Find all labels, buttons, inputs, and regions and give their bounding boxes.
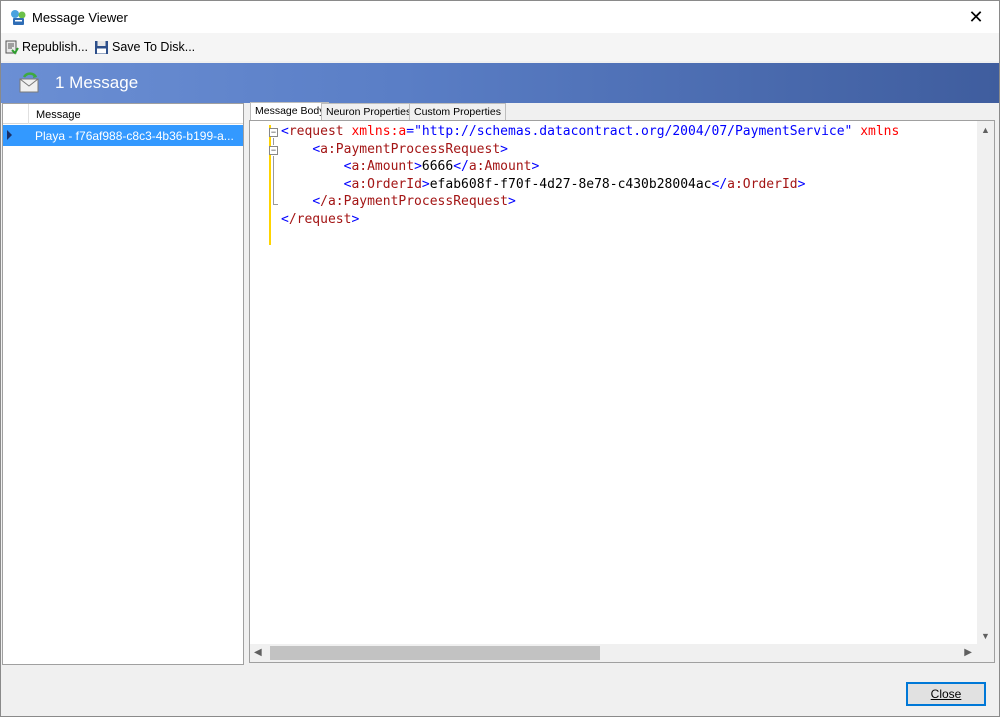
grid-header: Message [3,104,243,124]
vertical-scrollbar[interactable]: ▲ ▼ [977,121,994,645]
tab-message-body[interactable]: Message Body [250,102,330,120]
code-line: <request xmlns:a="http://schemas.datacon… [281,124,900,139]
toolbar: Republish... Save To Disk... [1,33,999,61]
code-line: </a:PaymentProcessRequest> [312,194,516,210]
code-line: <a:OrderId>efab608f-f70f-4d27-8e78-c430b… [343,176,806,192]
column-header-message[interactable]: Message [36,109,81,121]
message-body-editor[interactable]: − − <request xmlns:a="http://schemas.dat… [249,120,995,663]
tab-neuron-properties[interactable]: Neuron Properties [321,103,417,120]
window-title: Message Viewer [32,10,128,25]
close-icon: ✕ [968,6,984,27]
message-viewer-icon [11,10,26,25]
code-line: </request> [281,211,360,227]
window-close-button[interactable]: ✕ [953,1,999,33]
republish-button[interactable]: Republish... [4,38,88,56]
republish-icon [5,40,19,55]
horizontal-scroll-thumb[interactable] [270,646,600,660]
scroll-left-icon[interactable]: ◀ [254,647,262,658]
floppy-disk-icon [95,40,108,54]
editor-gutter [250,121,268,643]
save-to-disk-label: Save To Disk... [112,40,196,54]
close-button-label: Close [930,687,962,701]
message-count-title: 1 Message [55,73,139,92]
fold-guide-end [273,204,278,205]
fold-guide [273,156,274,204]
fold-guide [273,138,274,145]
save-to-disk-button[interactable]: Save To Disk... [94,38,195,56]
republish-label: Republish... [22,40,89,54]
header-banner: 1 Message [1,63,999,103]
scroll-down-icon[interactable]: ▼ [981,631,990,641]
tab-custom-properties[interactable]: Custom Properties [409,103,506,120]
title-bar: Message Viewer ✕ [1,1,999,33]
message-list-grid[interactable]: Message Playa - f76af988-c8c3-4b36-b199-… [2,103,244,665]
message-row[interactable]: Playa - f76af988-c8c3-4b36-b199-a... [3,125,243,146]
fold-toggle-icon[interactable]: − [269,128,278,137]
horizontal-scrollbar[interactable]: ◀ ▶ [250,644,994,662]
message-viewer-window: Message Viewer ✕ Republish... Save To Di… [0,0,1000,717]
row-selector-header [3,104,29,124]
message-row-text: Playa - f76af988-c8c3-4b36-b199-a... [35,129,234,143]
fold-toggle-icon[interactable]: − [269,146,278,155]
code-line: <a:Amount>6666</a:Amount> [343,159,540,175]
scroll-right-icon[interactable]: ▶ [964,647,972,658]
close-button[interactable]: Close [906,682,986,706]
scroll-up-icon[interactable]: ▲ [981,125,990,135]
message-envelope-icon [19,72,39,93]
xml-code: <request xmlns:a="http://schemas.datacon… [281,123,899,229]
current-row-indicator-icon [7,130,12,140]
change-marker [269,125,271,245]
code-line: <a:PaymentProcessRequest> [312,141,508,157]
